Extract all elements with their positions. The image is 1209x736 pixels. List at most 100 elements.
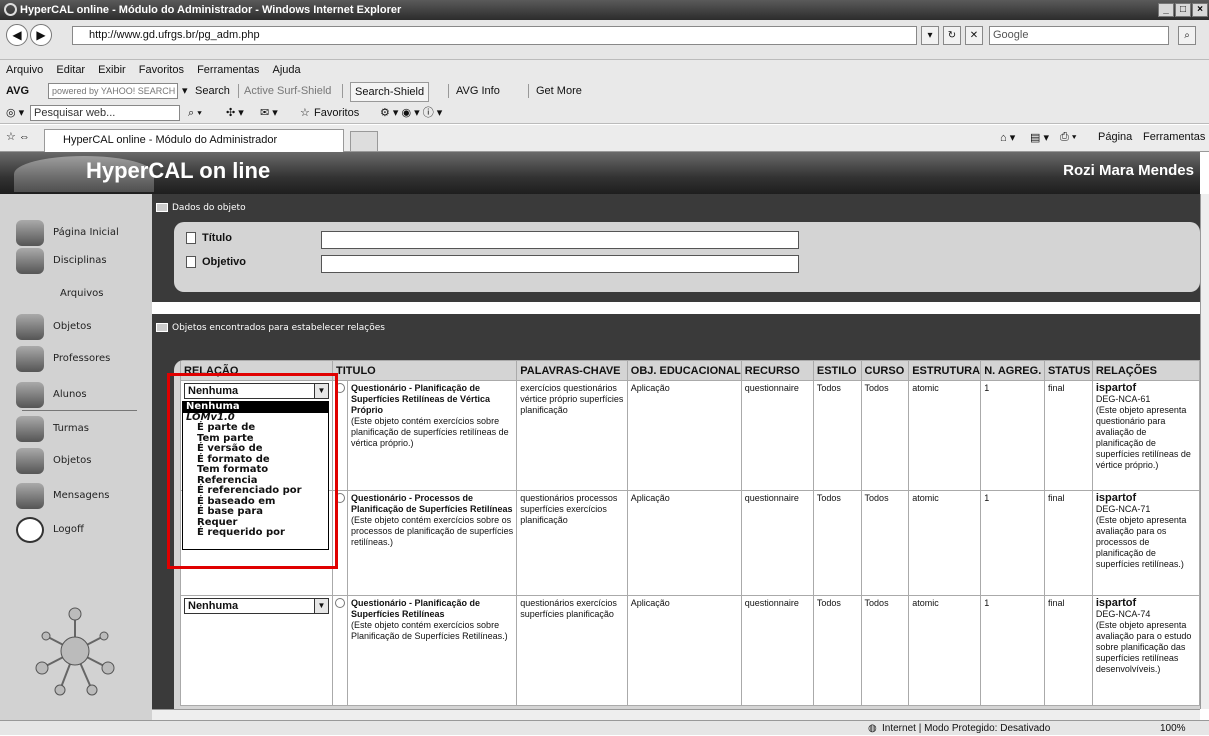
search-shield-button[interactable]: Search-Shield	[350, 82, 430, 102]
print-icon[interactable]: ⎙ ▾	[1060, 131, 1076, 144]
add-icon[interactable]: ✣ ▾	[226, 102, 244, 124]
app-header: HyperCAL on line Rozi Mara Mendes	[0, 152, 1200, 194]
objetivo-label: Objetivo	[186, 256, 246, 269]
sidebar-item-objetos[interactable]: Objetos	[0, 312, 150, 342]
section-dados-objeto: Dados do objeto	[152, 194, 1200, 222]
user-name: Rozi Mara Mendes	[1063, 162, 1194, 179]
titulo-input[interactable]	[321, 231, 799, 249]
lock-icon	[16, 517, 44, 543]
sidebar-item-alunos[interactable]: Alunos	[0, 380, 150, 410]
web-search-icon[interactable]: ⌕ ▾	[188, 102, 202, 124]
magnifier-icon[interactable]	[335, 598, 345, 608]
search-input[interactable]: Google	[989, 26, 1169, 45]
feeds-icon[interactable]: ▤ ▾	[1030, 131, 1049, 144]
yahoo-dropdown-icon[interactable]: ▾	[182, 80, 188, 102]
zoom-level[interactable]: 100%	[1160, 721, 1186, 736]
pagina-menu[interactable]: Página	[1098, 131, 1132, 143]
forward-icon[interactable]: ▶	[30, 24, 52, 46]
stop-icon[interactable]: ✕	[965, 26, 983, 45]
sidebar-item-disciplinas[interactable]: Disciplinas	[0, 246, 150, 276]
new-tab-button[interactable]	[350, 131, 378, 152]
rel-desc: (Este objeto apresenta avaliação para os…	[1095, 515, 1187, 569]
estilo-cell: Todos	[812, 380, 862, 491]
ferramentas-menu[interactable]: Ferramentas	[1143, 131, 1205, 143]
title-cell: Questionário - Processos de Planificação…	[346, 490, 518, 596]
col-obj[interactable]: OBJ. EDUCACIONAL	[626, 360, 742, 381]
col-palavras[interactable]: PALAVRAS-CHAVE	[516, 360, 628, 381]
estrutura-cell: atomic	[908, 595, 982, 706]
obj-cell: Aplicação	[626, 490, 742, 596]
status-cell: final	[1043, 595, 1093, 706]
status-cell: final	[1043, 490, 1093, 596]
titulo-label: Título	[186, 232, 232, 245]
search-button[interactable]: Search	[195, 80, 230, 102]
web-search-input[interactable]: Pesquisar web...	[30, 105, 180, 121]
rel-type: ispartof	[1095, 492, 1137, 504]
col-curso[interactable]: CURSO	[860, 360, 910, 381]
col-nagreg[interactable]: N. AGREG.	[980, 360, 1045, 381]
toolbar-divider	[528, 84, 529, 98]
avg-logo[interactable]: AVG	[6, 80, 29, 102]
avg-info-button[interactable]: AVG Info	[456, 80, 500, 102]
favoritos-button[interactable]: Favoritos	[314, 102, 359, 124]
relacao-cell: Nenhuma ▼	[180, 595, 333, 706]
search-icon[interactable]: ⌕	[1178, 26, 1196, 45]
yahoo-search-input[interactable]: powered by YAHOO! SEARCH	[48, 83, 178, 99]
object-title: Questionário - Processos de Planificação…	[351, 493, 513, 514]
menu-editar[interactable]: Editar	[56, 64, 85, 76]
vertical-scrollbar[interactable]	[1200, 194, 1209, 709]
maximize-button[interactable]: □	[1175, 3, 1191, 17]
active-surf-button[interactable]: Active Surf-Shield	[244, 80, 331, 102]
tab-label: HyperCAL online - Módulo do Administrado…	[63, 134, 278, 146]
form-panel: Título Objetivo	[152, 222, 1200, 302]
mail-icon[interactable]: ✉ ▾	[260, 102, 278, 124]
sidebar-item-objetos-2[interactable]: Objetos	[0, 446, 150, 476]
relacao-select[interactable]: Nenhuma ▼	[184, 598, 329, 614]
home-icon[interactable]: ⌂ ▾	[1000, 131, 1015, 144]
col-relacoes[interactable]: RELAÇÕES	[1091, 360, 1200, 381]
menu-ajuda[interactable]: Ajuda	[272, 64, 300, 76]
close-button[interactable]: ×	[1192, 3, 1208, 17]
menu-arquivo[interactable]: Arquivo	[6, 64, 43, 76]
sidebar-item-turmas[interactable]: Turmas	[0, 414, 150, 444]
browser-tab[interactable]: HyperCAL online - Módulo do Administrado…	[44, 129, 344, 152]
sidebar-item-arquivos[interactable]: Arquivos	[0, 279, 150, 309]
object-desc: (Este objeto contém exercícios sobre os …	[351, 515, 514, 547]
recurso-cell: questionnaire	[740, 380, 814, 491]
col-recurso[interactable]: RECURSO	[740, 360, 814, 381]
horizontal-scrollbar[interactable]	[152, 709, 1200, 720]
tools-icon[interactable]: ⚙ ▾ ◉ ▾ ⓘ ▾	[380, 102, 442, 124]
sidebar-item-logoff[interactable]: Logoff	[0, 515, 150, 545]
search-cell	[332, 595, 348, 706]
back-icon[interactable]: ◀	[6, 24, 28, 46]
separator	[152, 302, 1200, 314]
favorites-star-icon[interactable]: ☆ ⇔	[6, 130, 30, 143]
document-icon	[186, 232, 196, 245]
students-icon	[16, 382, 44, 408]
col-titulo[interactable]: TITULO	[331, 360, 518, 381]
col-status[interactable]: STATUS	[1043, 360, 1093, 381]
sidebar-item-pagina-inicial[interactable]: Página Inicial	[0, 218, 150, 248]
menu-exibir[interactable]: Exibir	[98, 64, 126, 76]
col-estilo[interactable]: ESTILO	[812, 360, 862, 381]
sidebar-item-mensagens[interactable]: Mensagens	[0, 481, 150, 511]
window-title: HyperCAL online - Módulo do Administrado…	[20, 4, 402, 16]
url-dropdown-icon[interactable]: ▾	[921, 26, 939, 45]
molecule-logo	[35, 607, 115, 696]
objetivo-input[interactable]	[321, 255, 799, 273]
minimize-button[interactable]: _	[1158, 3, 1174, 17]
menu-favoritos[interactable]: Favoritos	[139, 64, 184, 76]
get-more-button[interactable]: Get More	[536, 80, 582, 102]
sidebar-item-professores[interactable]: Professores	[0, 344, 150, 374]
col-estrutura[interactable]: ESTRUTURA	[908, 360, 982, 381]
toolbar-logo-icon[interactable]: ◎ ▾	[6, 102, 24, 124]
avg-toolbar: AVG powered by YAHOO! SEARCH ▾ Search Ac…	[0, 80, 1209, 102]
menu-ferramentas[interactable]: Ferramentas	[197, 64, 259, 76]
url-field[interactable]: http://www.gd.ufrgs.br/pg_adm.php	[72, 26, 917, 45]
status-bar: ◍ Internet | Modo Protegido: Desativado …	[0, 720, 1209, 735]
chevron-down-icon[interactable]: ▼	[314, 599, 328, 613]
sidebar: Página Inicial Disciplinas Arquivos Obje…	[0, 194, 152, 720]
title-cell: Questionário - Planificação de Superfíci…	[346, 595, 518, 706]
toolbar-divider	[342, 84, 343, 98]
refresh-icon[interactable]: ↻	[943, 26, 961, 45]
